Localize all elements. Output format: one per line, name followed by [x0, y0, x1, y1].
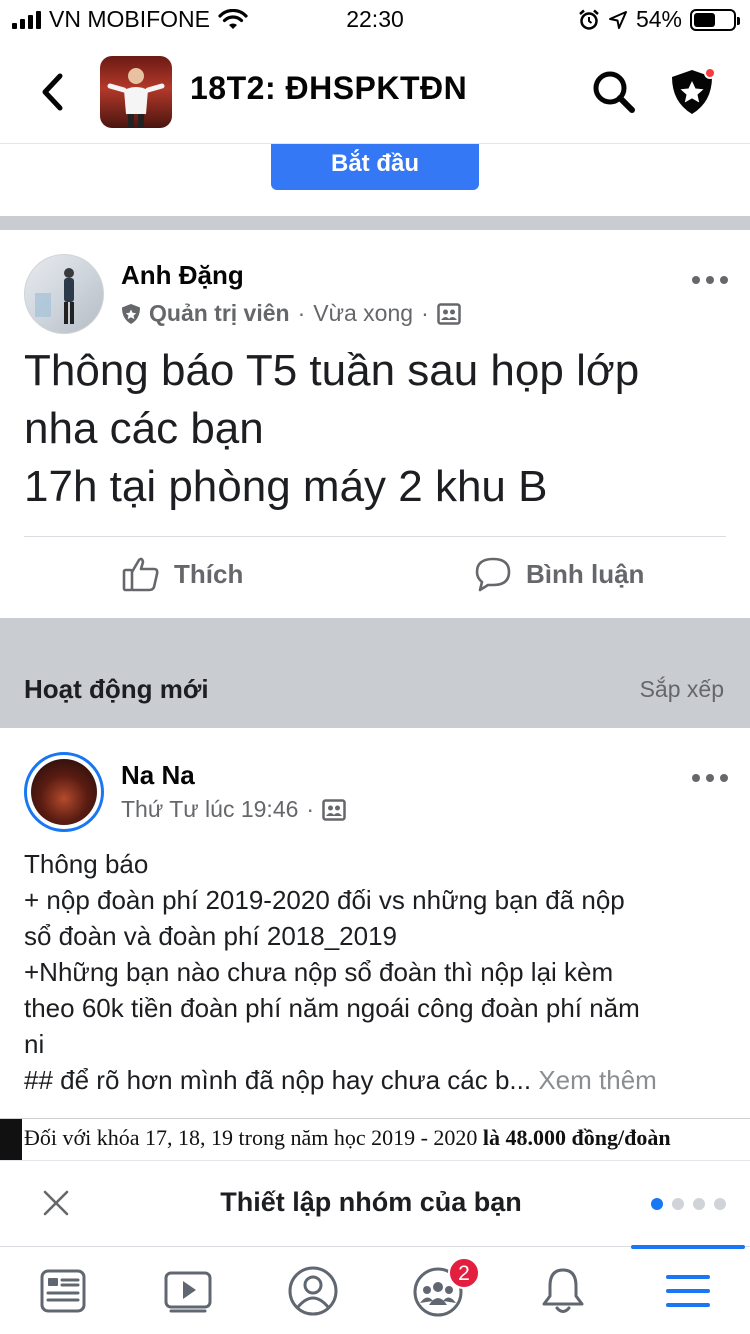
menu-icon	[665, 1275, 710, 1307]
group-audience-icon	[322, 798, 346, 821]
post-card: Anh Đặng Quản trị viên · Vừa xong · Thôn…	[0, 230, 750, 618]
post-card: Na Na Thứ Tư lúc 19:46 · Thông báo + nộp…	[0, 728, 750, 1168]
author-avatar-photo	[31, 759, 97, 825]
post-text: Thông báo + nộp đoàn phí 2019-2020 đối v…	[24, 846, 734, 1098]
post-separator	[24, 536, 726, 537]
post-text-line: + nộp đoàn phí 2019-2020 đối vs những bạ…	[24, 885, 625, 915]
meta-separator-dot: ·	[306, 796, 315, 822]
comment-label: Bình luận	[526, 558, 645, 589]
shield-star-icon[interactable]	[668, 64, 722, 120]
tab-bar: 2	[0, 1245, 750, 1334]
notifications-icon	[542, 1268, 583, 1313]
meta-separator-dot: ·	[297, 300, 306, 326]
start-area: Bắt đầu	[0, 144, 750, 216]
page-dot	[693, 1198, 705, 1210]
setup-title[interactable]: Thiết lập nhóm của bạn	[0, 1187, 742, 1218]
status-right: 54%	[578, 6, 740, 33]
groups-badge: 2	[448, 1257, 480, 1289]
battery-percent: 54%	[635, 6, 682, 32]
sort-button[interactable]: Sắp xếp	[640, 676, 724, 703]
admin-badge-icon	[122, 303, 140, 324]
thumbs-up-icon	[122, 557, 159, 592]
post-text-line: Thông báo	[24, 849, 149, 879]
page-indicator	[651, 1198, 726, 1210]
group-title[interactable]: 18T2: ĐHSPKTĐN	[190, 70, 467, 107]
tab-feed[interactable]	[0, 1247, 125, 1334]
post-meta: Quản trị viên · Vừa xong ·	[121, 300, 461, 327]
location-arrow-icon	[608, 10, 627, 29]
page-dot	[672, 1198, 684, 1210]
comment-button[interactable]: Bình luận	[474, 556, 644, 592]
post-text-line: 17h tại phòng máy 2 khu B	[24, 462, 548, 511]
status-bar: VN MOBIFONE 22:30 54%	[0, 0, 750, 40]
battery-icon	[690, 8, 740, 31]
author-avatar[interactable]	[24, 752, 104, 832]
like-label: Thích	[174, 558, 244, 589]
search-icon[interactable]	[590, 68, 638, 116]
author-avatar-photo	[35, 268, 74, 324]
group-audience-icon	[436, 302, 461, 325]
post-text-line: theo 60k tiền đoàn phí năm ngoái công đo…	[24, 993, 640, 1023]
tab-menu[interactable]	[625, 1247, 750, 1334]
comment-icon	[475, 557, 511, 592]
post-time[interactable]: Thứ Tư lúc 19:46	[121, 796, 298, 823]
group-header: 18T2: ĐHSPKTĐN	[0, 40, 750, 144]
post-meta: Thứ Tư lúc 19:46 ·	[121, 796, 346, 823]
post-text-line: sổ đoàn và đoàn phí 2018_2019	[24, 921, 398, 951]
setup-banner: Thiết lập nhóm của bạn	[0, 1160, 750, 1246]
tab-notifications[interactable]	[500, 1247, 625, 1334]
post-text-line: ni	[24, 1029, 45, 1059]
back-icon[interactable]	[34, 70, 74, 114]
post-more-icon[interactable]	[692, 768, 728, 788]
page-dot	[714, 1198, 726, 1210]
meta-separator-dot: ·	[421, 300, 429, 326]
author-avatar[interactable]	[24, 254, 104, 334]
attachment-edge	[0, 1119, 22, 1160]
alarm-icon	[579, 9, 599, 30]
like-button[interactable]: Thích	[122, 556, 243, 592]
author-role: Quản trị viên	[149, 300, 290, 326]
attachment-text-regular: Đối với khóa 17, 18, 19 trong năm học 20…	[24, 1125, 483, 1150]
feed-icon	[40, 1269, 85, 1313]
post-text-line: ## để rõ hơn mình đã nộp hay chưa các b.…	[24, 1065, 532, 1095]
post-more-icon[interactable]	[692, 270, 728, 290]
post-author[interactable]: Na Na	[121, 760, 195, 791]
group-avatar-photo	[107, 68, 165, 128]
attachment-text-bold: là 48.000 đồng/đoàn	[482, 1125, 671, 1150]
post-text: Thông báo T5 tuần sau họp lớp nha các bạ…	[24, 342, 734, 516]
section-divider	[0, 216, 750, 230]
post-text-line: nha các bạn	[24, 404, 264, 453]
battery-fill	[694, 12, 715, 27]
see-more-link[interactable]: Xem thêm	[538, 1065, 657, 1095]
post-author[interactable]: Anh Đặng	[121, 260, 244, 291]
page-dot	[651, 1198, 663, 1210]
tab-watch[interactable]	[125, 1247, 250, 1334]
attachment-preview[interactable]: Đối với khóa 17, 18, 19 trong năm học 20…	[0, 1118, 750, 1160]
group-avatar[interactable]	[100, 56, 172, 128]
start-button[interactable]: Bắt đầu	[271, 144, 479, 190]
tab-groups[interactable]: 2	[375, 1247, 500, 1334]
post-text-line-truncated: ## để rõ hơn mình đã nộp hay chưa các b.…	[24, 1062, 734, 1098]
activity-header: Hoạt động mới Sắp xếp	[0, 618, 750, 728]
post-text-line: Thông báo T5 tuần sau họp lớp	[24, 346, 640, 395]
watch-icon	[164, 1271, 211, 1313]
post-text-line: +Những bạn nào chưa nộp sổ đoàn thì nộp …	[24, 957, 614, 987]
attachment-text: Đối với khóa 17, 18, 19 trong năm học 20…	[24, 1125, 671, 1151]
post-time[interactable]: Vừa xong	[313, 300, 413, 327]
activity-title: Hoạt động mới	[24, 674, 209, 704]
tab-profile[interactable]	[250, 1247, 375, 1334]
profile-icon	[288, 1266, 337, 1316]
